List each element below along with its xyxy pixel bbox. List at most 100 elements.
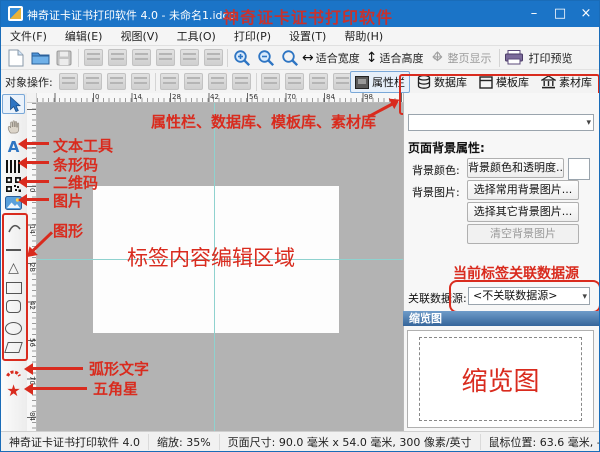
- thumbnail-header: 缩览图: [403, 311, 599, 326]
- menu-help[interactable]: 帮助(H): [335, 28, 392, 44]
- align-bottom-icon: [182, 71, 206, 92]
- fit-width-label[interactable]: 适合宽度: [316, 50, 360, 66]
- v-ruler-label: 84: [28, 412, 36, 421]
- ruler-corner: [27, 93, 37, 103]
- v-ruler-label: 14: [28, 225, 36, 234]
- menu-tools[interactable]: 工具(O): [168, 28, 225, 44]
- align-right-icon: [105, 71, 129, 92]
- bg-color-label: 背景颜色:: [412, 162, 460, 178]
- full-page-label: 整页显示: [447, 50, 491, 66]
- close-button[interactable]: ×: [573, 1, 599, 27]
- print-preview-label[interactable]: 打印预览: [528, 50, 572, 66]
- save-icon: [52, 47, 76, 68]
- same-height-icon: [230, 71, 254, 92]
- annotation-arrow-image: [21, 198, 49, 201]
- h-ruler-label: 56: [249, 93, 258, 102]
- delete-icon: [201, 47, 225, 68]
- menu-file[interactable]: 文件(F): [1, 28, 56, 44]
- menu-print[interactable]: 打印(P): [225, 28, 280, 44]
- fit-height-icon[interactable]: ↕: [366, 50, 378, 66]
- object-operations-label: 对象操作:: [5, 74, 53, 90]
- align-center-icon: [81, 71, 105, 92]
- same-size-icon: [259, 71, 283, 92]
- annotation-text-tool-label: 文本工具: [53, 135, 113, 156]
- maximize-button[interactable]: □: [547, 1, 573, 27]
- space-horizontal-icon: [283, 71, 307, 92]
- bg-image-other-button[interactable]: 选择其它背景图片...: [467, 202, 579, 222]
- pan-tool[interactable]: [2, 116, 25, 136]
- annotation-title-note: 神奇证卡证书打印软件: [223, 4, 393, 28]
- bg-image-common-button[interactable]: 选择常用背景图片...: [467, 180, 579, 200]
- main-toolbar: ↔ 适合宽度 ↕ 适合高度 ↔↕ 整页显示 打印预览: [1, 46, 599, 69]
- select-tool[interactable]: [2, 94, 25, 114]
- annotation-arrow-barcode: [21, 161, 49, 164]
- properties-icon: [355, 76, 369, 89]
- print-preview-icon[interactable]: [502, 47, 526, 68]
- status-mouse-position: 鼠标位置: 63.6 毫米, -5.0 毫米: [481, 434, 600, 450]
- cursor-icon: [7, 96, 21, 113]
- annotation-arrow-star: [27, 387, 87, 390]
- menu-bar: 文件(F) 编辑(E) 视图(V) 工具(O) 打印(P) 设置(T) 帮助(H…: [1, 27, 599, 46]
- copy-icon: [177, 47, 201, 68]
- annotation-panel-tabs-note: 属性栏、数据库、模板库、素材库: [151, 111, 376, 132]
- redo-icon: [105, 47, 129, 68]
- cut-icon: [129, 47, 153, 68]
- h-ruler-label: 84: [326, 93, 335, 102]
- status-zoom-level: 缩放: 35%: [149, 434, 220, 450]
- annotation-star-label: 五角星: [93, 378, 138, 399]
- annotation-arrow-qrcode: [21, 180, 49, 183]
- h-ruler-label: 70: [287, 93, 296, 102]
- annotation-arrow-text-tool: [21, 142, 49, 145]
- menu-settings[interactable]: 设置(T): [280, 28, 335, 44]
- thumbnail-dashed-frame: 缩览图: [419, 337, 582, 421]
- undo-icon: [81, 47, 105, 68]
- full-page-icon: ↔↕: [429, 50, 445, 66]
- annotation-arc-text-label: 弧形文字: [89, 358, 149, 379]
- h-ruler-label: 14: [133, 93, 142, 102]
- zoom-out-icon[interactable]: [254, 47, 278, 68]
- space-vertical-icon: [307, 71, 331, 92]
- paste-icon: [153, 47, 177, 68]
- page-background-section-title: 页面背景属性:: [408, 139, 485, 156]
- menu-view[interactable]: 视图(V): [111, 28, 167, 44]
- h-ruler-label: 42: [210, 93, 219, 102]
- bg-color-button[interactable]: 背景颜色和透明度...: [467, 158, 564, 178]
- app-window: 神奇证卡证书打印软件 4.0 - 未命名1.idcp 神奇证卡证书打印软件 – …: [0, 0, 600, 452]
- v-ruler-label: 0: [28, 188, 36, 192]
- v-ruler-label: 42: [28, 301, 36, 310]
- menu-edit[interactable]: 编辑(E): [56, 28, 112, 44]
- annotation-box-datasource: [449, 280, 600, 313]
- annotation-shapes-label: 图形: [53, 220, 83, 241]
- align-left-icon: [57, 71, 81, 92]
- zoom-select-icon[interactable]: [278, 47, 302, 68]
- window-title: 神奇证卡证书打印软件 4.0 - 未命名1.idcp: [27, 7, 236, 23]
- hand-icon: [6, 119, 21, 134]
- v-ruler-label: 56: [28, 338, 36, 347]
- bg-image-clear-button: 清空背景图片: [467, 224, 579, 244]
- align-middle-icon: [158, 71, 182, 92]
- zoom-in-icon[interactable]: [230, 47, 254, 68]
- horizontal-ruler: [37, 93, 403, 103]
- status-app-name: 神奇证卡证书打印软件 4.0: [1, 434, 149, 450]
- annotation-arrow-arc-text: [27, 367, 83, 370]
- new-file-icon[interactable]: [4, 47, 28, 68]
- fit-width-icon[interactable]: ↔: [302, 50, 314, 66]
- page-select-dropdown[interactable]: ▾: [408, 114, 594, 131]
- fit-height-label[interactable]: 适合高度: [379, 50, 423, 66]
- v-ruler-label: 28: [28, 263, 36, 272]
- h-ruler-label: 28: [172, 93, 181, 102]
- app-icon: [8, 6, 23, 21]
- align-top-icon: [129, 71, 153, 92]
- chevron-down-icon: ▾: [586, 116, 591, 131]
- annotation-thumbnail-note: 缩览图: [461, 361, 539, 398]
- bg-image-label: 背景图片:: [412, 184, 460, 200]
- status-bar: 神奇证卡证书打印软件 4.0 缩放: 35% 页面尺寸: 90.0 毫米 x 5…: [1, 431, 599, 452]
- minimize-button[interactable]: –: [521, 1, 547, 27]
- h-ruler-label: 0: [95, 93, 99, 102]
- open-file-icon[interactable]: [28, 47, 52, 68]
- annotation-image-label: 图片: [53, 190, 83, 211]
- same-width-icon: [206, 71, 230, 92]
- thumbnail-preview[interactable]: 缩览图: [407, 330, 594, 428]
- bg-color-swatch[interactable]: [568, 158, 590, 180]
- title-bar: 神奇证卡证书打印软件 4.0 - 未命名1.idcp 神奇证卡证书打印软件 – …: [1, 1, 599, 27]
